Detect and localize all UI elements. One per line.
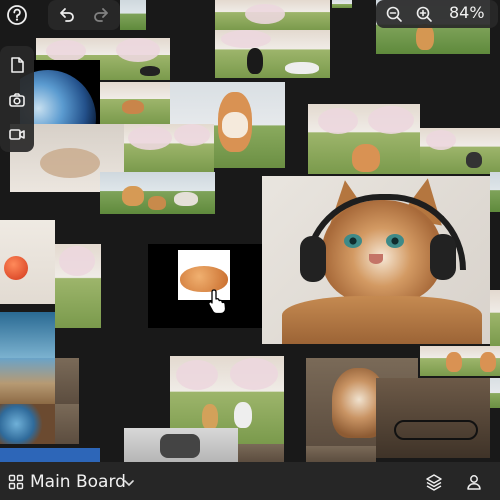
board-canvas[interactable] <box>0 0 500 500</box>
board-image-field-right[interactable] <box>490 172 500 212</box>
board-image-library-desk[interactable] <box>55 358 79 404</box>
board-image-edge-right[interactable] <box>490 378 500 408</box>
board-image-desert-dunes[interactable] <box>0 358 55 404</box>
board-switcher-chevron[interactable] <box>116 470 142 496</box>
board-image-bookshelf[interactable] <box>55 404 79 444</box>
board-image-shiba-trees[interactable] <box>308 104 420 174</box>
file-icon <box>11 57 24 73</box>
board-image-black-cat[interactable] <box>215 30 330 78</box>
zoom-in-icon <box>416 6 432 22</box>
zoom-level[interactable]: 84% <box>449 3 485 22</box>
board-image-earth-books[interactable] <box>0 404 55 444</box>
undo-icon <box>60 8 74 22</box>
zoom-in-button[interactable] <box>411 1 437 27</box>
video-button[interactable] <box>4 121 30 147</box>
board-image-headphone-cat[interactable] <box>262 176 490 344</box>
board-image-cats-right-edge[interactable] <box>490 290 500 346</box>
board-image-park-strip[interactable] <box>332 0 352 8</box>
board-image-apple-glass[interactable] <box>0 220 55 304</box>
layers-icon <box>426 474 442 491</box>
board-image-bottom-right[interactable] <box>306 446 376 462</box>
board-image-cherry-path[interactable] <box>124 124 214 172</box>
grid-icon <box>8 474 24 490</box>
camera-button[interactable] <box>4 87 30 113</box>
board-name[interactable]: Main Board <box>30 472 126 492</box>
board-image-robot-desk[interactable] <box>124 428 238 462</box>
user-icon <box>467 475 481 490</box>
layers-button[interactable] <box>421 469 447 495</box>
boards-menu-button[interactable] <box>3 469 29 495</box>
redo-icon <box>94 8 108 22</box>
zoom-out-icon <box>386 6 402 22</box>
board-image-park-dogs[interactable] <box>120 0 146 30</box>
new-note-button[interactable] <box>4 52 30 78</box>
board-image-cherry-walk[interactable] <box>55 244 101 328</box>
board-image-cats-path[interactable] <box>420 128 500 174</box>
board-image-cherry-trees[interactable] <box>215 0 330 30</box>
board-image-dogs-lawn[interactable] <box>100 172 215 214</box>
board-image-dog-cherry[interactable] <box>100 82 170 124</box>
help-button[interactable] <box>4 2 30 28</box>
zoom-out-button[interactable] <box>381 1 407 27</box>
board-image-bottom-center[interactable] <box>238 444 284 462</box>
account-button[interactable] <box>461 469 487 495</box>
chevron-down-icon <box>124 480 134 486</box>
pointer-cursor-icon <box>208 289 227 314</box>
undo-button[interactable] <box>54 2 80 28</box>
board-image-sleeping-kitten[interactable] <box>148 244 262 328</box>
board-image-ocean-planet[interactable] <box>0 312 55 360</box>
redo-button[interactable] <box>88 2 114 28</box>
video-icon <box>9 129 25 140</box>
board-image-blue-strip[interactable] <box>0 448 100 462</box>
board-image-glasses-books[interactable] <box>376 378 490 458</box>
question-circle-icon <box>7 5 27 25</box>
board-image-shiba-pair[interactable] <box>420 346 500 376</box>
camera-icon <box>9 93 25 107</box>
